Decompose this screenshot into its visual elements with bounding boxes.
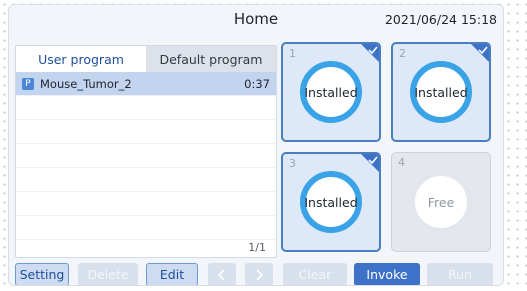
empty-row <box>16 216 276 240</box>
empty-row <box>16 96 276 120</box>
edit-button[interactable]: Edit <box>146 263 198 285</box>
empty-row <box>16 192 276 216</box>
program-icon: P <box>22 77 34 90</box>
slot-status: Installed <box>300 171 362 233</box>
empty-row <box>16 120 276 144</box>
slot-3[interactable]: 3 Installed <box>281 152 381 252</box>
program-tabs: User program Default program <box>16 46 276 72</box>
datetime-display: 2021/06/24 15:18 <box>384 12 497 27</box>
slot-number: 2 <box>399 47 406 60</box>
slot-number: 1 <box>289 47 296 60</box>
program-name: Mouse_Tumor_2 <box>40 76 132 91</box>
next-page-button[interactable] <box>245 263 273 285</box>
device-screen: Home 2021/06/24 15:18 User program Defau… <box>8 4 504 286</box>
slot-4[interactable]: 4 Free <box>391 152 491 252</box>
slot-status: Installed <box>300 61 362 123</box>
program-duration: 0:37 <box>244 76 270 91</box>
check-icon <box>361 44 379 62</box>
chevron-left-icon <box>217 268 225 281</box>
slot-number: 4 <box>398 156 405 169</box>
slot-number: 3 <box>289 157 296 170</box>
slot-status: Free <box>410 171 472 233</box>
invoke-button[interactable]: Invoke <box>354 263 420 285</box>
page-indicator: 1/1 <box>248 241 266 254</box>
previous-page-button[interactable] <box>208 263 236 285</box>
delete-button[interactable]: Delete <box>78 263 138 285</box>
tab-default-program[interactable]: Default program <box>146 46 276 72</box>
slot-2[interactable]: 2 Installed <box>391 42 491 142</box>
run-button[interactable]: Run <box>427 263 493 285</box>
check-icon <box>471 44 489 62</box>
empty-row <box>16 168 276 192</box>
program-row[interactable]: P Mouse_Tumor_2 0:37 <box>16 72 276 96</box>
check-icon <box>361 154 379 172</box>
program-panel: User program Default program P Mouse_Tum… <box>15 45 277 258</box>
slot-1[interactable]: 1 Installed <box>281 42 381 142</box>
clear-button[interactable]: Clear <box>283 263 347 285</box>
tab-user-program[interactable]: User program <box>16 46 146 72</box>
chevron-right-icon <box>256 268 264 281</box>
slot-status: Installed <box>410 61 472 123</box>
setting-button[interactable]: Setting <box>15 263 69 285</box>
empty-row <box>16 144 276 168</box>
